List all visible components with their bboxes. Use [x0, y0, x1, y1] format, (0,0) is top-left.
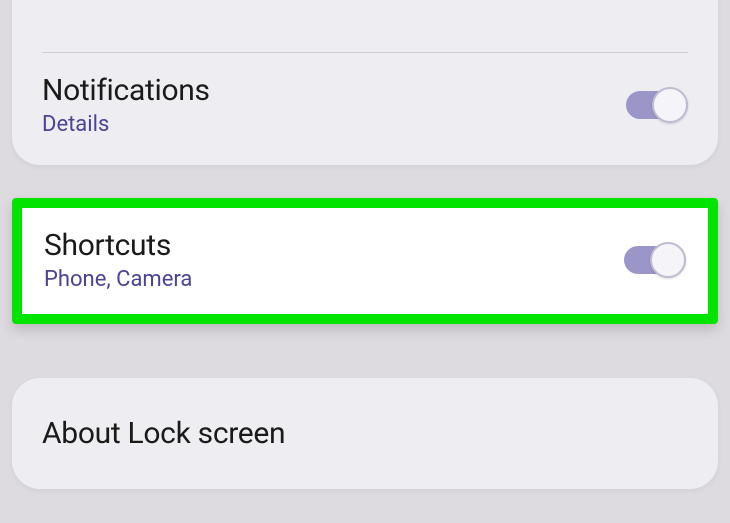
lock-screen-settings: Notifications Details Shortcuts Phone, C… — [0, 0, 730, 523]
notifications-toggle[interactable] — [626, 87, 688, 123]
notifications-text: Notifications Details — [42, 73, 210, 137]
shortcuts-text: Shortcuts Phone, Camera — [44, 228, 192, 292]
notifications-title: Notifications — [42, 73, 210, 108]
settings-card-top: Notifications Details — [12, 0, 718, 165]
about-card: About Lock screen — [12, 378, 718, 489]
notifications-row[interactable]: Notifications Details — [12, 53, 718, 157]
shortcuts-subtitle: Phone, Camera — [44, 267, 192, 292]
cropped-spacer — [12, 0, 718, 52]
toggle-thumb — [652, 87, 688, 123]
shortcuts-row[interactable]: Shortcuts Phone, Camera — [22, 208, 708, 314]
notifications-subtitle[interactable]: Details — [42, 112, 210, 137]
about-row[interactable]: About Lock screen — [12, 378, 718, 489]
shortcuts-title: Shortcuts — [44, 228, 192, 263]
shortcuts-card-highlight: Shortcuts Phone, Camera — [12, 198, 718, 324]
about-title: About Lock screen — [42, 416, 285, 451]
toggle-thumb — [650, 242, 686, 278]
about-text: About Lock screen — [42, 416, 285, 451]
shortcuts-toggle[interactable] — [624, 242, 686, 278]
